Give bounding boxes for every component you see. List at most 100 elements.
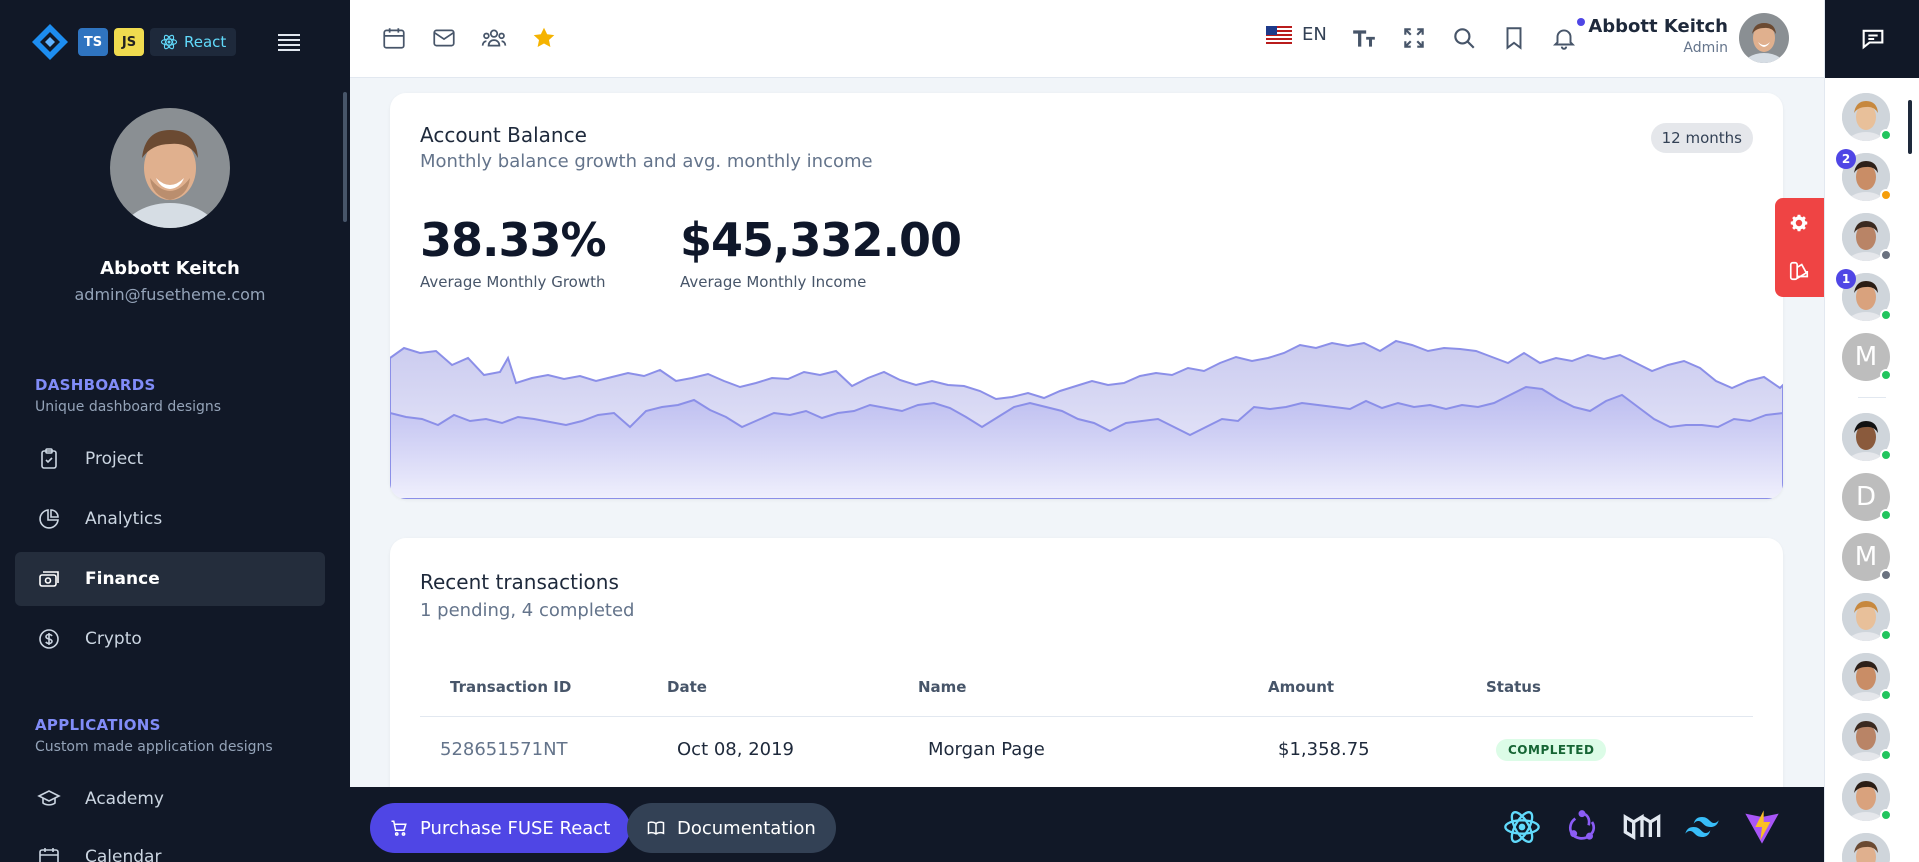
- book-icon: [647, 821, 665, 835]
- status-dot-online: [1880, 749, 1892, 761]
- header-avatar[interactable]: [1739, 13, 1789, 63]
- column-header-amount[interactable]: Amount: [1268, 658, 1486, 717]
- clipboard-check-icon: [41, 448, 57, 469]
- purchase-button-label: Purchase FUSE React: [420, 817, 611, 839]
- status-dot-online: [1880, 509, 1892, 521]
- sidebar-item-analytics[interactable]: Analytics: [15, 492, 325, 546]
- status-dot-online: [1880, 309, 1892, 321]
- redux-icon[interactable]: [1562, 807, 1602, 847]
- react-badge: React: [150, 28, 237, 56]
- sidebar: TS JS React Abbott Keitch admin@fusethem…: [0, 0, 350, 862]
- search-icon: [1454, 28, 1475, 49]
- user-name: Abbott Keitch: [100, 258, 240, 279]
- bell-icon: [1552, 29, 1576, 50]
- notification-dot: [1577, 18, 1585, 26]
- academic-cap-icon: [37, 790, 61, 806]
- chat-toggle-button[interactable]: [1825, 0, 1919, 78]
- cart-icon: [391, 820, 407, 836]
- font-size-button[interactable]: [1350, 24, 1378, 52]
- sidebar-scrollbar[interactable]: [343, 92, 347, 222]
- us-flag-icon: [1266, 25, 1292, 44]
- range-pill[interactable]: 12 months: [1650, 123, 1753, 153]
- users-icon: [481, 29, 507, 47]
- theme-button[interactable]: [1788, 260, 1810, 282]
- swatch-icon: [1789, 261, 1809, 281]
- react-badge-label: React: [184, 33, 227, 51]
- cell-amount: $1,358.75: [1278, 738, 1370, 760]
- contact-avatar[interactable]: [1842, 833, 1890, 862]
- language-switcher[interactable]: EN: [1266, 24, 1327, 45]
- column-header-status[interactable]: Status: [1486, 658, 1753, 717]
- star-icon: [533, 27, 555, 47]
- table-header-row: Transaction ID Date Name Amount Status: [420, 658, 1753, 717]
- status-dot-offline: [1880, 249, 1892, 261]
- top-header: EN Abbott Keitch Admin: [350, 0, 1824, 78]
- cash-icon: [39, 571, 59, 587]
- column-header-transaction-id[interactable]: Transaction ID: [420, 658, 667, 717]
- column-header-date[interactable]: Date: [667, 658, 918, 717]
- text-size-icon: [1353, 30, 1375, 47]
- sidebar-item-crypto[interactable]: Crypto: [15, 612, 325, 666]
- settings-button[interactable]: [1788, 212, 1810, 234]
- javascript-badge: JS: [114, 28, 144, 56]
- contacts-shortcut[interactable]: [480, 24, 508, 52]
- bookmark-icon: [1506, 27, 1522, 50]
- header-user-name: Abbott Keitch: [1588, 16, 1728, 37]
- sidebar-item-calendar[interactable]: Calendar: [15, 830, 325, 862]
- nav-section-dashboards-subtitle: Unique dashboard designs: [35, 399, 222, 415]
- status-dot-online: [1880, 689, 1892, 701]
- mail-icon: [433, 29, 455, 47]
- calendar-shortcut[interactable]: [380, 24, 408, 52]
- header-user-menu[interactable]: Abbott Keitch Admin: [1588, 16, 1728, 56]
- currency-dollar-icon: [39, 629, 59, 649]
- status-badge: COMPLETED: [1496, 738, 1607, 761]
- fullscreen-button[interactable]: [1400, 24, 1428, 52]
- search-button[interactable]: [1450, 24, 1478, 52]
- favorite-shortcut[interactable]: [530, 24, 558, 52]
- cell-transaction-id: 528651571NT: [440, 738, 568, 760]
- react-icon[interactable]: [1502, 807, 1542, 847]
- card-subtitle: Monthly balance growth and avg. monthly …: [420, 151, 873, 172]
- bottom-bar: Purchase FUSE React Documentation: [350, 787, 1824, 862]
- header-user-role: Admin: [1683, 40, 1728, 56]
- balance-area-chart[interactable]: [390, 323, 1783, 499]
- notifications-button[interactable]: [1550, 24, 1578, 52]
- vite-icon[interactable]: [1742, 807, 1782, 847]
- chat-icon: [1862, 29, 1883, 50]
- menu-toggle-icon[interactable]: [278, 31, 301, 54]
- status-dot-online: [1880, 629, 1892, 641]
- income-caption: Average Monthly Income: [680, 273, 867, 291]
- calendar-icon: [383, 28, 405, 49]
- fullscreen-icon: [1404, 28, 1424, 48]
- calendar-icon: [39, 848, 59, 862]
- nav-section-dashboards: DASHBOARDS: [35, 376, 156, 394]
- sidebar-item-finance[interactable]: Finance: [15, 552, 325, 606]
- transactions-table: Transaction ID Date Name Amount Status 5…: [420, 658, 1753, 782]
- growth-caption: Average Monthly Growth: [420, 273, 606, 291]
- user-avatar[interactable]: [110, 108, 230, 228]
- sidebar-item-academy[interactable]: Academy: [15, 772, 325, 826]
- sidebar-item-label: Calendar: [85, 847, 162, 862]
- column-header-name[interactable]: Name: [918, 658, 1268, 717]
- user-email: admin@fusetheme.com: [74, 285, 266, 304]
- mail-shortcut[interactable]: [430, 24, 458, 52]
- tailwind-icon[interactable]: [1682, 807, 1722, 847]
- cell-date: Oct 08, 2019: [677, 738, 794, 760]
- mui-icon[interactable]: [1622, 807, 1662, 847]
- table-row[interactable]: 528651571NT Oct 08, 2019 Morgan Page $1,…: [420, 716, 1753, 782]
- sidebar-header: TS JS React: [0, 0, 350, 84]
- bookmark-button[interactable]: [1500, 24, 1528, 52]
- income-value: $45,332.00: [680, 213, 962, 267]
- status-dot-online: [1880, 809, 1892, 821]
- status-dot-online: [1880, 129, 1892, 141]
- cell-status: COMPLETED: [1486, 716, 1753, 782]
- sidebar-item-label: Academy: [85, 789, 164, 809]
- nav-section-applications: APPLICATIONS: [35, 716, 161, 734]
- settings-float-panel: [1775, 198, 1824, 297]
- fuse-logo-icon[interactable]: [30, 22, 70, 62]
- active-contact-indicator: [1908, 100, 1912, 154]
- purchase-button[interactable]: Purchase FUSE React: [370, 803, 631, 853]
- sidebar-item-project[interactable]: Project: [15, 432, 325, 486]
- documentation-button[interactable]: Documentation: [627, 803, 836, 853]
- status-dot-online: [1880, 369, 1892, 381]
